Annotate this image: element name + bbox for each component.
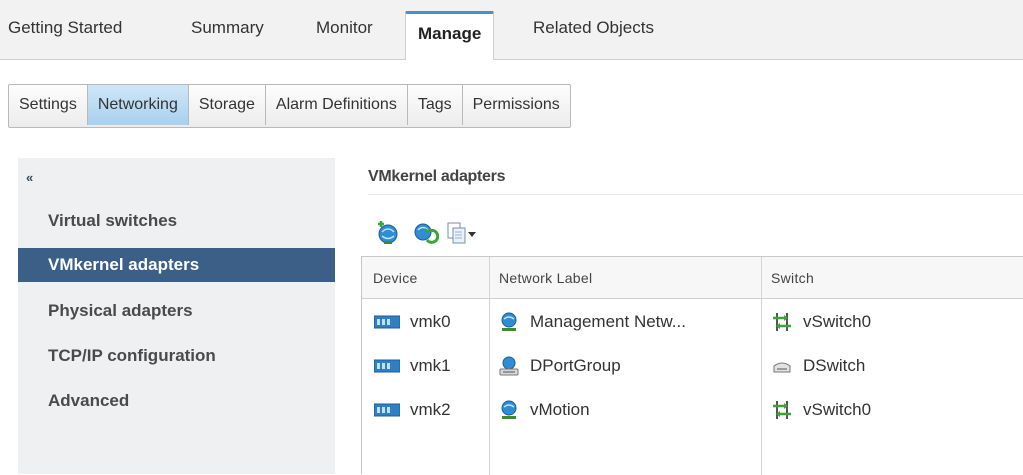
network-label-cell: Management Netw... xyxy=(498,301,686,343)
distributed-portgroup-icon xyxy=(499,356,519,376)
add-host-networking-icon[interactable] xyxy=(375,220,401,246)
standard-switch-icon xyxy=(773,401,791,419)
subtab-settings[interactable]: Settings xyxy=(9,85,88,125)
network-label: vMotion xyxy=(530,400,590,419)
network-label: Management Netw... xyxy=(530,312,686,331)
top-tab-bar: Getting Started Summary Monitor Manage R… xyxy=(0,0,1023,60)
subtab-networking[interactable]: Networking xyxy=(87,85,189,125)
table-row[interactable]: vmk0 Management Netw... vSwitch0 xyxy=(362,301,1023,343)
switch-name: vSwitch0 xyxy=(803,400,872,419)
device-name: vmk2 xyxy=(410,400,451,419)
device-cell: vmk1 xyxy=(374,345,451,387)
switch-name: vSwitch0 xyxy=(803,312,872,331)
vmkernel-nic-icon xyxy=(374,359,400,373)
column-header-network-label[interactable]: Network Label xyxy=(499,257,592,299)
tab-monitor[interactable]: Monitor xyxy=(316,18,373,38)
tab-related-objects[interactable]: Related Objects xyxy=(533,18,654,38)
subtab-permissions[interactable]: Permissions xyxy=(463,85,570,125)
table-row[interactable]: vmk2 vMotion vSwitch0 xyxy=(362,389,1023,431)
standard-portgroup-icon xyxy=(501,400,517,419)
table-row[interactable]: vmk1 DPortGroup DSwitch xyxy=(362,345,1023,387)
refresh-network-icon[interactable] xyxy=(413,220,440,246)
switch-name: DSwitch xyxy=(803,356,866,375)
nav-item-virtual-switches[interactable]: Virtual switches xyxy=(18,204,335,238)
vmkernel-nic-icon xyxy=(374,315,400,329)
network-label-cell: DPortGroup xyxy=(498,345,621,387)
table-header: Device Network Label Switch xyxy=(362,257,1023,299)
device-cell: vmk2 xyxy=(374,389,451,431)
page-title: VMkernel adapters xyxy=(368,168,506,185)
device-name: vmk1 xyxy=(410,356,451,375)
title-divider xyxy=(368,194,1023,195)
tab-manage[interactable]: Manage xyxy=(405,11,495,60)
nav-item-vmkernel-adapters[interactable]: VMkernel adapters xyxy=(18,248,335,282)
vmkernel-adapters-table: Device Network Label Switch vmk0 Managem… xyxy=(361,256,1023,475)
switch-cell: vSwitch0 xyxy=(771,301,871,343)
distributed-switch-icon xyxy=(773,362,791,373)
collapse-panel-icon[interactable]: « xyxy=(26,170,33,185)
standard-portgroup-icon xyxy=(501,312,517,331)
nav-item-tcpip-configuration[interactable]: TCP/IP configuration xyxy=(18,339,335,373)
switch-cell: DSwitch xyxy=(771,345,865,387)
actions-dropdown-icon[interactable] xyxy=(444,220,478,246)
switch-cell: vSwitch0 xyxy=(771,389,871,431)
column-header-device[interactable]: Device xyxy=(373,257,418,299)
subtab-storage[interactable]: Storage xyxy=(189,85,266,125)
sub-tab-bar: Settings Networking Storage Alarm Defini… xyxy=(8,84,571,128)
network-label-cell: vMotion xyxy=(498,389,590,431)
standard-switch-icon xyxy=(773,313,791,331)
network-label: DPortGroup xyxy=(530,356,621,375)
subtab-tags[interactable]: Tags xyxy=(408,85,463,125)
subtab-alarm-definitions[interactable]: Alarm Definitions xyxy=(266,85,408,125)
device-name: vmk0 xyxy=(410,312,451,331)
left-nav: « Virtual switches VMkernel adapters Phy… xyxy=(18,158,335,474)
nav-item-advanced[interactable]: Advanced xyxy=(18,384,335,418)
column-header-switch[interactable]: Switch xyxy=(771,257,814,299)
vmkernel-nic-icon xyxy=(374,403,400,417)
device-cell: vmk0 xyxy=(374,301,451,343)
nav-item-physical-adapters[interactable]: Physical adapters xyxy=(18,294,335,328)
tab-getting-started[interactable]: Getting Started xyxy=(8,18,122,38)
tab-summary[interactable]: Summary xyxy=(191,18,264,38)
